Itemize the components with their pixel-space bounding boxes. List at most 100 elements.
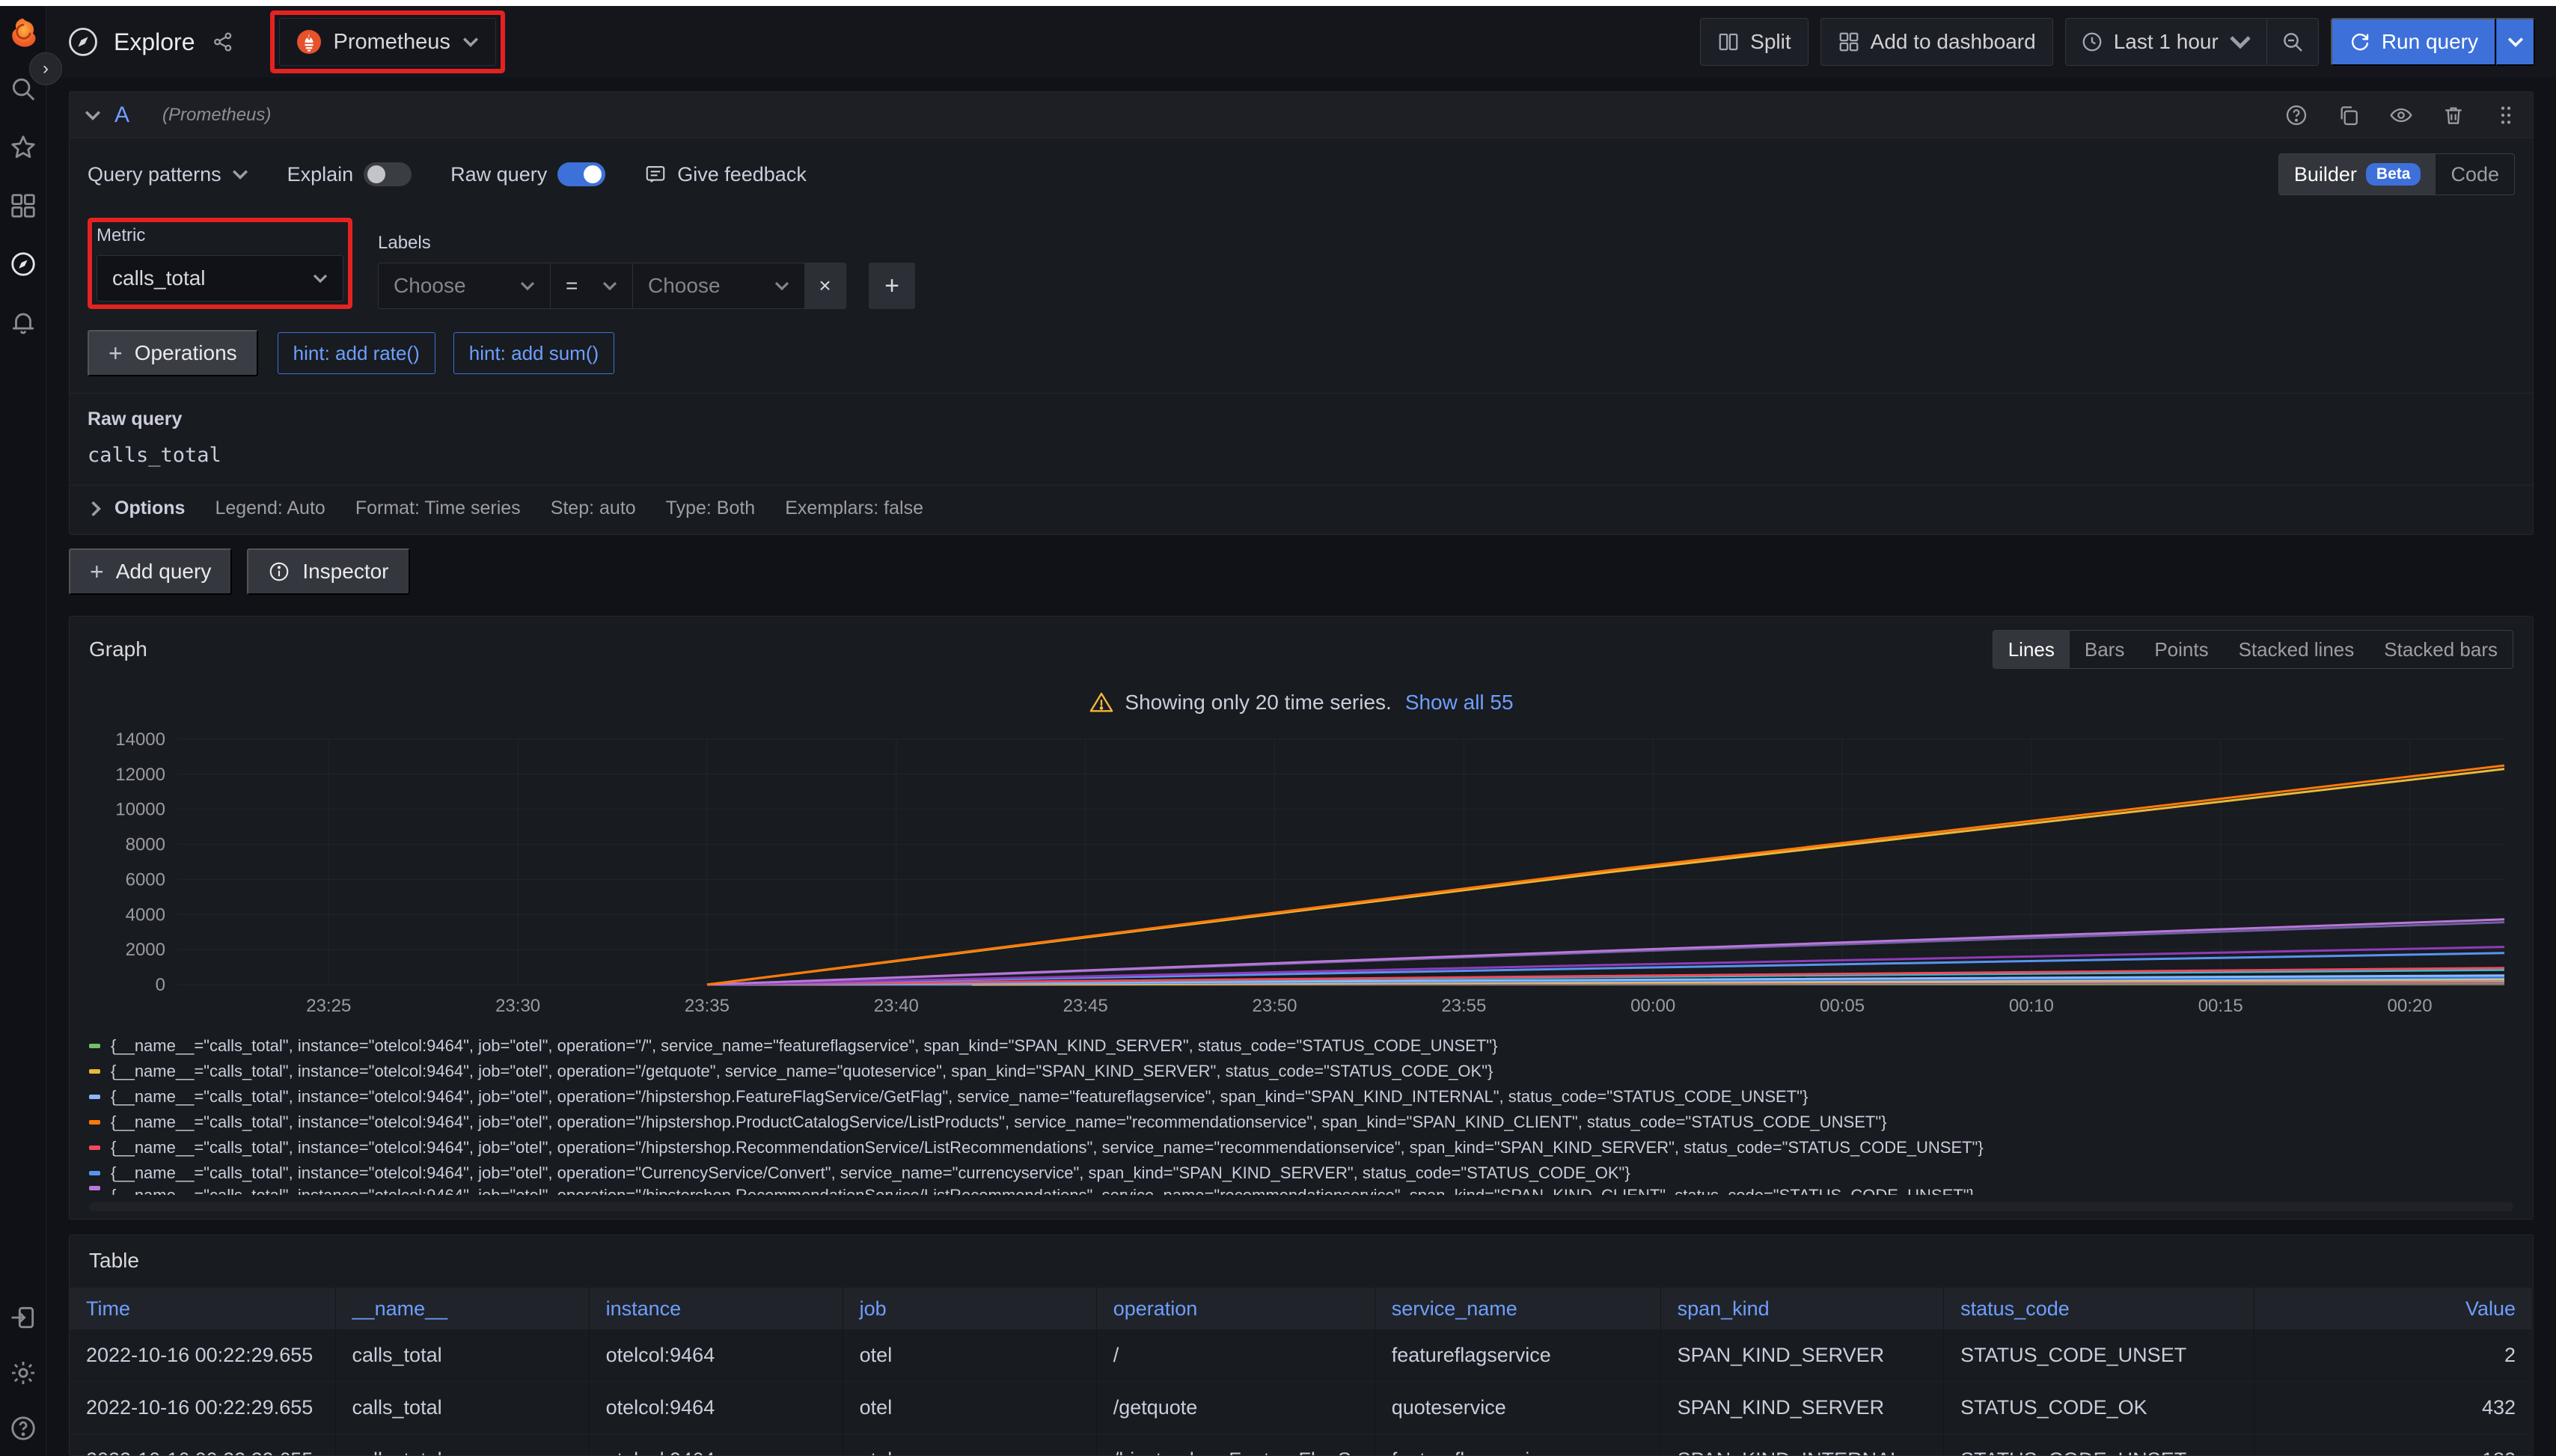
operations-button[interactable]: + Operations [88, 330, 258, 376]
warning-triangle-icon [1089, 690, 1114, 715]
table-column-header[interactable]: __name__ [336, 1288, 590, 1330]
settings-gear-icon[interactable] [9, 1359, 37, 1387]
table-column-header[interactable]: status_code [1944, 1288, 2254, 1330]
give-feedback-link[interactable]: Give feedback [644, 163, 807, 186]
split-button[interactable]: Split [1700, 18, 1808, 66]
copy-query-icon[interactable] [2337, 103, 2361, 127]
collapse-chevron-icon[interactable] [85, 107, 101, 123]
table-cell: 2022-10-16 00:22:29.655 [70, 1382, 336, 1434]
graph-mode-points[interactable]: Points [2139, 631, 2223, 668]
table-column-header[interactable]: Value [2254, 1288, 2533, 1330]
chart-legend: {__name__="calls_total", instance="otelc… [70, 1026, 2533, 1195]
builder-mode-tab[interactable]: Builder Beta [2279, 154, 2436, 195]
table-cell: STATUS_CODE_OK [1944, 1382, 2254, 1434]
query-toolbar: Query patterns Explain Raw query [70, 138, 2533, 206]
svg-text:23:35: 23:35 [685, 996, 730, 1016]
run-query-button[interactable]: Run query [2331, 18, 2496, 66]
graph-mode-stacked-lines[interactable]: Stacked lines [2224, 631, 2370, 668]
drag-handle-icon[interactable] [2494, 103, 2518, 127]
table-cell: quoteservice [1375, 1382, 1661, 1434]
sign-in-icon[interactable] [9, 1303, 37, 1332]
run-query-group: Run query [2331, 18, 2535, 66]
query-help-icon[interactable] [2284, 103, 2308, 127]
query-hint-button-1[interactable]: hint: add sum() [453, 332, 614, 374]
legend-swatch [89, 1095, 100, 1099]
legend-item[interactable]: {__name__="calls_total", instance="otelc… [89, 1135, 2513, 1160]
sidebar-expand-button[interactable]: › [29, 52, 62, 85]
hide-query-eye-icon[interactable] [2389, 103, 2413, 127]
table-cell: STATUS_CODE_UNSET [1944, 1434, 2254, 1456]
share-icon[interactable] [212, 31, 234, 53]
show-all-series-link[interactable]: Show all 55 [1405, 691, 1514, 715]
table-row: 2022-10-16 00:22:29.655calls_totalotelco… [70, 1434, 2533, 1456]
legend-label: {__name__="calls_total", instance="otelc… [111, 1113, 1887, 1132]
graph-mode-stacked-bars[interactable]: Stacked bars [2369, 631, 2513, 668]
legend-item[interactable]: {__name__="calls_total", instance="otelc… [89, 1160, 2513, 1186]
query-patterns-dropdown[interactable]: Query patterns [88, 163, 248, 186]
raw-query-preview: Raw query calls_total [70, 393, 2533, 486]
refresh-icon [2349, 31, 2371, 53]
table-column-header[interactable]: span_kind [1661, 1288, 1945, 1330]
legend-swatch [89, 1171, 100, 1175]
datasource-name: Prometheus [334, 30, 450, 55]
code-mode-tab[interactable]: Code [2436, 154, 2514, 195]
alerting-icon[interactable] [9, 308, 37, 337]
chart-svg: 0200040006000800010000120001400023:2523:… [89, 729, 2510, 1022]
add-to-dashboard-button[interactable]: Add to dashboard [1820, 18, 2053, 66]
time-range-picker[interactable]: Last 1 hour [2066, 19, 2266, 65]
legend-scrollbar[interactable] [89, 1202, 2513, 1211]
add-label-filter-button[interactable]: + [869, 263, 915, 309]
graph-mode-lines[interactable]: Lines [1993, 631, 2070, 668]
legend-item[interactable]: {__name__="calls_total", instance="otelc… [89, 1084, 2513, 1110]
table-column-header[interactable]: operation [1097, 1288, 1375, 1330]
time-zoom-out-button[interactable] [2266, 19, 2318, 65]
legend-item[interactable]: {__name__="calls_total", instance="otelc… [89, 1186, 2513, 1195]
label-operator-select[interactable]: = [550, 263, 632, 309]
zoom-out-icon [2281, 30, 2305, 54]
raw-query-toggle[interactable] [557, 162, 605, 186]
label-key-select[interactable]: Choose [378, 263, 550, 309]
legend-swatch [89, 1120, 100, 1125]
legend-label: {__name__="calls_total", instance="otelc… [111, 1087, 1808, 1107]
run-query-caret-button[interactable] [2496, 18, 2535, 66]
table-cell: calls_total [336, 1330, 590, 1382]
query-row-header[interactable]: A (Prometheus) [70, 92, 2533, 138]
graph-mode-bars[interactable]: Bars [2070, 631, 2139, 668]
legend-item[interactable]: {__name__="calls_total", instance="otelc… [89, 1059, 2513, 1084]
table-cell: otel [843, 1330, 1097, 1382]
chevron-down-icon [232, 166, 248, 183]
delete-query-trash-icon[interactable] [2442, 103, 2465, 127]
legend-label: {__name__="calls_total", instance="otelc… [111, 1163, 1630, 1183]
metric-select[interactable]: calls_total [97, 255, 343, 302]
svg-text:00:10: 00:10 [2009, 996, 2054, 1016]
add-query-button[interactable]: + Add query [69, 548, 232, 595]
explore-icon[interactable] [9, 250, 37, 278]
legend-item[interactable]: {__name__="calls_total", instance="otelc… [89, 1110, 2513, 1135]
dashboards-icon[interactable] [9, 192, 37, 220]
table-column-header[interactable]: Time [70, 1288, 336, 1330]
explain-label: Explain [287, 163, 354, 186]
help-icon[interactable] [9, 1414, 37, 1443]
time-range-group: Last 1 hour [2065, 18, 2319, 66]
label-value-select[interactable]: Choose [632, 263, 804, 309]
time-series-chart[interactable]: 0200040006000800010000120001400023:2523:… [70, 723, 2533, 1026]
page-title: Explore [114, 28, 195, 56]
datasource-picker[interactable]: Prometheus [279, 18, 496, 66]
explain-toggle[interactable] [364, 162, 412, 186]
query-hint-button-0[interactable]: hint: add rate() [278, 332, 435, 374]
starred-icon[interactable] [9, 133, 37, 162]
inspector-button[interactable]: Inspector [247, 548, 409, 595]
remove-label-filter-button[interactable]: × [804, 263, 846, 309]
grafana-logo-icon[interactable] [7, 16, 40, 49]
table-cell: otelcol:9464 [590, 1434, 843, 1456]
clock-icon [2081, 31, 2103, 53]
table-column-header[interactable]: instance [590, 1288, 843, 1330]
browser-edge [0, 0, 2556, 6]
options-row[interactable]: Options Legend: AutoFormat: Time seriesS… [70, 486, 2533, 524]
table-cell: calls_total [336, 1434, 590, 1456]
legend-item[interactable]: {__name__="calls_total", instance="otelc… [89, 1033, 2513, 1059]
table-column-header[interactable]: job [843, 1288, 1097, 1330]
table-cell: otel [843, 1382, 1097, 1434]
table-column-header[interactable]: service_name [1375, 1288, 1661, 1330]
dashboard-grid-icon [1838, 31, 1860, 53]
